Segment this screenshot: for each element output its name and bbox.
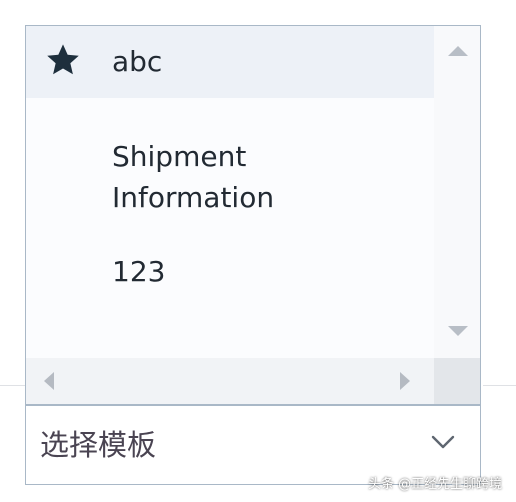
star-icon[interactable] — [45, 42, 81, 78]
scroll-right-arrow-icon[interactable] — [400, 372, 410, 390]
list-item-label: abc — [112, 45, 163, 78]
vertical-scrollbar[interactable] — [434, 26, 480, 358]
list-item-label-line-2: Information — [112, 181, 275, 214]
scroll-down-arrow-icon[interactable] — [448, 326, 468, 336]
scroll-up-arrow-icon[interactable] — [448, 46, 468, 56]
select-value: 选择模板 — [40, 428, 157, 462]
listbox-items: abc Shipment Information 123 — [26, 26, 434, 358]
list-item-label-line-1: Shipment — [112, 140, 247, 173]
scroll-left-arrow-icon[interactable] — [44, 372, 54, 390]
watermark: 头条 @正经先生聊跨境 — [368, 477, 503, 492]
chevron-down-icon[interactable] — [430, 433, 456, 451]
template-listbox[interactable]: abc Shipment Information 123 — [25, 25, 481, 405]
divider-line-right — [483, 385, 516, 386]
list-item-abc[interactable]: abc — [26, 26, 434, 98]
divider-line-left — [0, 385, 25, 386]
list-item-label: 123 — [112, 255, 166, 288]
template-select[interactable]: 选择模板 — [25, 405, 481, 485]
horizontal-scrollbar[interactable] — [26, 358, 434, 404]
scrollbar-corner — [434, 358, 480, 404]
